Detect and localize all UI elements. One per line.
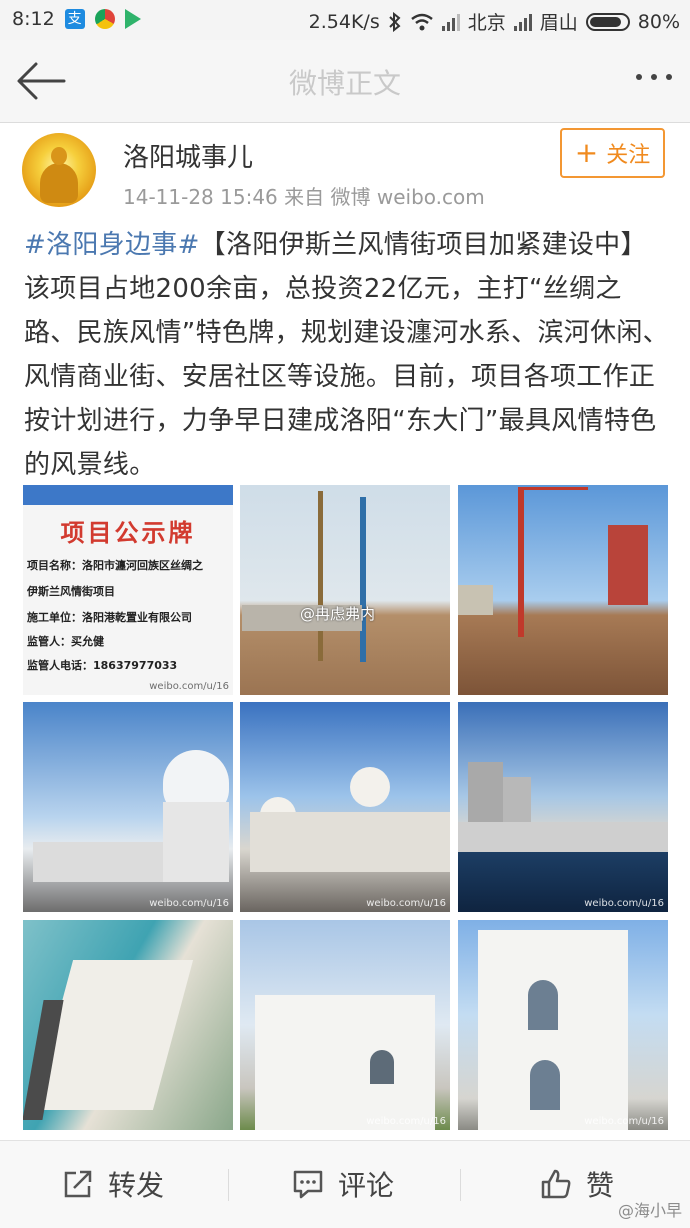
image-overlay-tag: @冉虑弗内 xyxy=(300,605,376,623)
image-aerial-render[interactable] xyxy=(23,920,233,1130)
sign-line: 项目名称：洛阳市瀍河回族区丝绸之 xyxy=(27,559,203,572)
status-bar: 8:12 支 2.54K/s 北京 眉山 80% xyxy=(0,0,690,40)
image-watermark: weibo.com/u/16 xyxy=(366,1116,446,1127)
comment-button[interactable]: 评论 xyxy=(292,1163,394,1205)
more-options-icon[interactable] xyxy=(636,74,672,80)
carrier-1: 北京 xyxy=(467,12,506,34)
image-watermark: weibo.com/u/16 xyxy=(149,898,229,909)
page-title: 微博正文 xyxy=(288,67,401,100)
image-construction-rigs[interactable]: @冉虑弗内 xyxy=(240,485,450,695)
repost-button[interactable]: 转发 xyxy=(62,1163,164,1205)
sign-title: 项目公示牌 xyxy=(60,519,196,547)
image-watermark: weibo.com/u/16 xyxy=(149,681,229,692)
signal-icon xyxy=(513,13,532,31)
post-meta: 14-11-28 15:46 来自 微博 weibo.com xyxy=(123,185,485,209)
battery-level: 80% xyxy=(637,10,680,33)
like-label: 赞 xyxy=(586,1169,615,1202)
image-villa-render-1[interactable]: weibo.com/u/16 xyxy=(240,920,450,1130)
image-construction-cranes[interactable] xyxy=(458,485,668,695)
bluetooth-icon xyxy=(389,11,401,32)
image-mosque-render-2[interactable]: weibo.com/u/16 xyxy=(240,702,450,912)
like-button[interactable]: 赞 xyxy=(540,1163,614,1205)
navigation-bar: 微博正文 xyxy=(0,40,690,123)
status-time: 8:12 xyxy=(12,8,55,30)
follow-button[interactable]: + 关注 xyxy=(560,128,665,178)
image-grid: 项目公示牌 项目名称：洛阳市瀍河回族区丝绸之 伊斯兰风情街项目 施工单位：洛阳港… xyxy=(23,485,668,1130)
image-project-sign[interactable]: 项目公示牌 项目名称：洛阳市瀍河回族区丝绸之 伊斯兰风情街项目 施工单位：洛阳港… xyxy=(23,485,233,695)
repost-icon xyxy=(64,1170,92,1198)
signal-icon xyxy=(441,13,460,31)
divider xyxy=(460,1169,461,1201)
post-card: 洛阳城事儿 14-11-28 15:46 来自 微博 weibo.com + 关… xyxy=(0,123,690,1140)
follow-label: 关注 xyxy=(606,143,651,168)
username[interactable]: 洛阳城事儿 xyxy=(123,137,253,174)
image-watermark: weibo.com/u/16 xyxy=(584,898,664,909)
divider xyxy=(228,1169,229,1201)
screenshot-watermark: @海小早 xyxy=(617,1201,682,1220)
image-mosque-render-1[interactable]: weibo.com/u/16 xyxy=(23,702,233,912)
carrier-2: 眉山 xyxy=(539,12,578,34)
sign-line: 伊斯兰风情街项目 xyxy=(27,585,115,598)
repost-label: 转发 xyxy=(108,1169,165,1202)
battery-icon xyxy=(585,12,630,31)
sign-line: 监管人：买允健 xyxy=(27,635,104,648)
sign-line: 监管人电话：18637977033 xyxy=(27,659,178,672)
image-watermark: weibo.com/u/16 xyxy=(366,898,446,909)
image-villa-render-2[interactable]: weibo.com/u/16 xyxy=(458,920,668,1130)
sign-line: 施工单位：洛阳港乾置业有限公司 xyxy=(27,611,192,624)
comment-icon xyxy=(293,1170,323,1199)
avatar[interactable] xyxy=(22,133,96,207)
comment-label: 评论 xyxy=(338,1169,395,1202)
action-bar: 转发 评论 赞 @海小早 xyxy=(0,1140,690,1228)
alipay-icon: 支 xyxy=(64,9,85,29)
image-mosque-render-3[interactable]: weibo.com/u/16 xyxy=(458,702,668,912)
chrome-icon xyxy=(94,9,115,29)
play-store-icon xyxy=(124,9,141,29)
thumbs-up-icon xyxy=(541,1169,571,1199)
hashtag-link[interactable]: #洛阳身边事# xyxy=(24,230,200,260)
plus-icon: + xyxy=(574,136,599,169)
network-speed: 2.54K/s xyxy=(308,10,380,33)
image-watermark: weibo.com/u/16 xyxy=(584,1116,664,1127)
post-text: #洛阳身边事#【洛阳伊斯兰风情街项目加紧建设中】该项目占地200余亩，总投资22… xyxy=(24,223,669,487)
wifi-icon xyxy=(410,13,433,30)
post-body: 【洛阳伊斯兰风情街项目加紧建设中】该项目占地200余亩，总投资22亿元，主打“丝… xyxy=(24,230,669,480)
